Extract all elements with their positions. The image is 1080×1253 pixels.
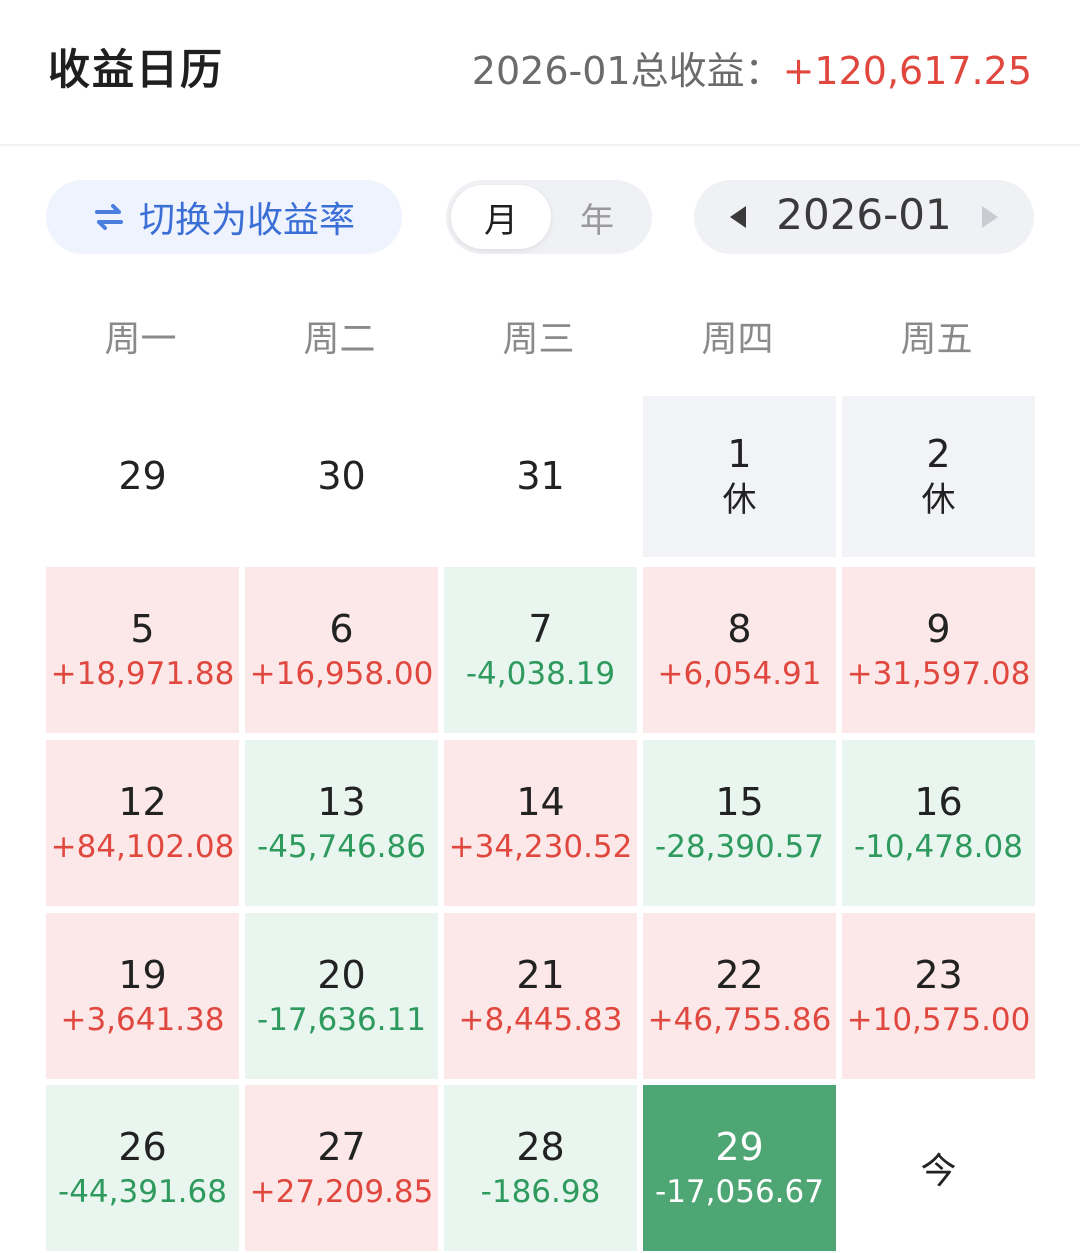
day-number: 7 — [528, 607, 553, 652]
day-number: 2 — [926, 431, 951, 476]
day-number: 20 — [317, 953, 366, 998]
calendar-day-cell[interactable]: 29 -17,056.67 — [643, 1085, 836, 1251]
calendar-day-cell[interactable]: 6 +16,958.00 — [245, 567, 438, 733]
day-number: 16 — [914, 780, 963, 825]
calendar-day-cell[interactable]: 1休 — [643, 396, 836, 557]
daily-pnl-value: +10,575.00 — [846, 1001, 1031, 1038]
daily-pnl-value: +31,597.08 — [846, 655, 1031, 692]
calendar-day-cell[interactable]: 7 -4,038.19 — [444, 567, 637, 733]
daily-pnl-value: +6,054.91 — [657, 655, 822, 692]
daily-pnl-value: -17,636.11 — [257, 1001, 426, 1038]
holiday-tag: 休 — [921, 480, 956, 521]
day-number: 1 — [727, 431, 752, 476]
calendar-day-cell[interactable]: 16 -10,478.08 — [842, 740, 1035, 906]
daily-pnl-value: +8,445.83 — [458, 1001, 623, 1038]
day-number: 14 — [516, 780, 565, 825]
holiday-tag: 休 — [722, 480, 757, 521]
day-number: 12 — [118, 780, 167, 825]
daily-pnl-value: -4,038.19 — [465, 655, 616, 692]
month-navigator: 2026-01 — [694, 180, 1034, 254]
calendar-day-cell[interactable]: 14 +34,230.52 — [444, 740, 637, 906]
weekday-label: 周五 — [900, 319, 973, 360]
calendar-day-cell[interactable]: 31 — [444, 396, 637, 557]
calendar-day-cell[interactable]: 26 -44,391.68 — [46, 1085, 239, 1251]
calendar-day-cell[interactable]: 23 +10,575.00 — [842, 913, 1035, 1079]
weekday-label: 周三 — [502, 319, 575, 360]
calendar-day-cell[interactable]: 8 +6,054.91 — [643, 567, 836, 733]
next-month-icon[interactable] — [974, 202, 1004, 232]
day-number: 19 — [118, 953, 167, 998]
daily-pnl-value: -44,391.68 — [58, 1173, 227, 1210]
day-number: 21 — [516, 953, 565, 998]
calendar-day-cell[interactable]: 13 -45,746.86 — [245, 740, 438, 906]
day-number: 6 — [329, 607, 354, 652]
calendar-day-cell[interactable]: 5 +18,971.88 — [46, 567, 239, 733]
calendar-day-cell[interactable]: 9 +31,597.08 — [842, 567, 1035, 733]
daily-pnl-value: +18,971.88 — [50, 655, 235, 692]
period-segmented-control: 月 年 — [446, 180, 652, 254]
weekday-label: 周一 — [104, 319, 177, 360]
day-number: 22 — [715, 953, 764, 998]
day-number: 26 — [118, 1125, 167, 1170]
daily-pnl-value: -10,478.08 — [854, 828, 1023, 865]
calendar-day-cell[interactable]: 28 -186.98 — [444, 1085, 637, 1251]
calendar-day-cell[interactable]: 19 +3,641.38 — [46, 913, 239, 1079]
daily-pnl-value: -17,056.67 — [655, 1173, 824, 1210]
calendar-day-cell[interactable]: 12 +84,102.08 — [46, 740, 239, 906]
page-title: 收益日历 — [48, 45, 225, 94]
daily-pnl-value: +27,209.85 — [249, 1173, 434, 1210]
calendar-day-cell[interactable]: 22 +46,755.86 — [643, 913, 836, 1079]
day-number: 30 — [317, 453, 366, 498]
calendar-day-cell[interactable]: 20 -17,636.11 — [245, 913, 438, 1079]
switch-to-rate-button[interactable]: 切换为收益率 — [46, 180, 402, 254]
day-number: 27 — [317, 1125, 366, 1170]
daily-pnl-value: +3,641.38 — [60, 1001, 225, 1038]
weekday-label: 周二 — [303, 319, 376, 360]
calendar-day-cell[interactable]: 21 +8,445.83 — [444, 913, 637, 1079]
month-total-value: +120,617.25 — [782, 49, 1032, 93]
day-number: 13 — [317, 780, 366, 825]
toolbar: 切换为收益率 月 年 2026-01 — [0, 180, 1080, 256]
header-bar: 收益日历 2026-01总收益：+120,617.25 — [0, 0, 1080, 146]
day-number: 5 — [130, 607, 155, 652]
calendar-day-cell[interactable]: 2休 — [842, 396, 1035, 557]
daily-pnl-value: -28,390.57 — [655, 828, 824, 865]
day-number: 15 — [715, 780, 764, 825]
calendar-day-cell[interactable]: 30 — [245, 396, 438, 557]
today-cell[interactable]: 今 — [842, 1085, 1035, 1251]
day-number: 29 — [715, 1125, 764, 1170]
swap-icon — [94, 204, 123, 230]
calendar-day-cell[interactable]: 27 +27,209.85 — [245, 1085, 438, 1251]
weekday-label: 周四 — [701, 319, 774, 360]
switch-to-rate-label: 切换为收益率 — [138, 200, 355, 241]
seg-year-tab[interactable]: 年 — [547, 185, 647, 249]
calendar-day-cell[interactable]: 29 — [46, 396, 239, 557]
today-label: 今 — [920, 1151, 957, 1192]
day-number: 31 — [516, 453, 565, 498]
daily-pnl-value: +34,230.52 — [448, 828, 633, 865]
daily-pnl-value: -186.98 — [480, 1173, 601, 1210]
day-number: 8 — [727, 607, 752, 652]
weekday-header: 周一 周二 周三 周四 周五 — [46, 310, 1036, 370]
day-number: 23 — [914, 953, 963, 998]
daily-pnl-value: +84,102.08 — [50, 828, 235, 865]
daily-pnl-value: -45,746.86 — [257, 828, 426, 865]
seg-month-tab[interactable]: 月 — [451, 185, 551, 249]
day-number: 9 — [926, 607, 951, 652]
month-total-label: 2026-01总收益： — [471, 49, 783, 93]
day-number: 28 — [516, 1125, 565, 1170]
day-number: 29 — [118, 453, 167, 498]
daily-pnl-value: +46,755.86 — [647, 1001, 832, 1038]
month-total: 2026-01总收益：+120,617.25 — [472, 40, 1032, 95]
daily-pnl-value: +16,958.00 — [249, 655, 434, 692]
calendar-day-cell[interactable]: 15 -28,390.57 — [643, 740, 836, 906]
